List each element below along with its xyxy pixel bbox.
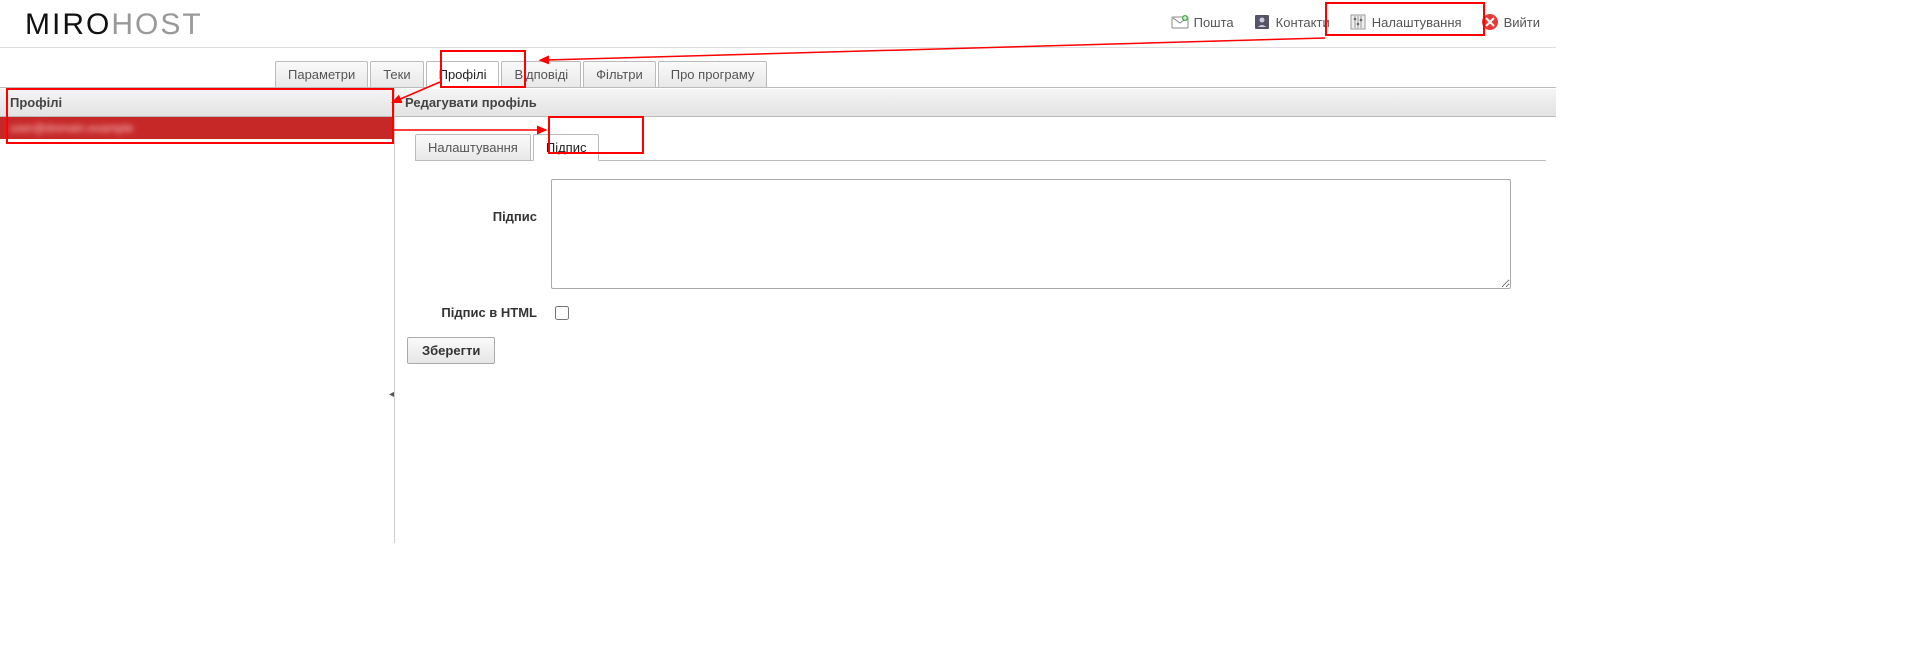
tab-params[interactable]: Параметри	[275, 61, 368, 88]
nav-settings[interactable]: Налаштування	[1342, 10, 1468, 34]
inner-tab-row: Налаштування Підпис	[415, 125, 1546, 161]
profile-item-label: user@domain.example	[10, 121, 134, 135]
nav-mail-label: Пошта	[1194, 15, 1234, 30]
nav-logout-label: Вийти	[1504, 15, 1540, 30]
row-html-signature: Підпис в HTML	[401, 303, 1546, 323]
row-save: Зберегти	[401, 337, 1546, 364]
inner-tab-settings[interactable]: Налаштування	[415, 134, 531, 161]
main-tabs: Параметри Теки Профілі Відповіді Фільтри…	[275, 61, 769, 88]
profile-list: user@domain.example	[0, 117, 394, 139]
logo-part2: HOST	[111, 8, 202, 41]
logo: MIROHOST	[25, 8, 203, 42]
save-button[interactable]: Зберегти	[407, 337, 495, 364]
tab-about[interactable]: Про програму	[658, 61, 768, 88]
profile-item[interactable]: user@domain.example	[0, 117, 394, 139]
top-nav: Пошта Контакти Налаштування Вийти	[1164, 10, 1546, 34]
sidebar-heading: Профілі	[0, 89, 394, 117]
contacts-icon	[1252, 12, 1272, 32]
signature-textarea[interactable]	[551, 179, 1511, 289]
main-tab-row: Параметри Теки Профілі Відповіді Фільтри…	[0, 48, 1556, 88]
nav-mail[interactable]: Пошта	[1164, 10, 1240, 34]
sidebar: Профілі user@domain.example	[0, 89, 395, 543]
nav-contacts[interactable]: Контакти	[1246, 10, 1336, 34]
logo-part1: MIRO	[25, 8, 111, 41]
inner-tabs: Налаштування Підпис	[415, 134, 601, 161]
html-signature-label: Підпис в HTML	[401, 303, 551, 320]
tab-folders[interactable]: Теки	[370, 61, 423, 88]
nav-settings-label: Налаштування	[1372, 15, 1462, 30]
signature-form: Підпис Підпис в HTML Зберегти	[395, 161, 1556, 364]
tab-profiles[interactable]: Профілі	[426, 61, 500, 88]
nav-contacts-label: Контакти	[1276, 15, 1330, 30]
tab-replies[interactable]: Відповіді	[501, 61, 581, 88]
app-header: MIROHOST Пошта Контакти Налаштування Вий…	[0, 0, 1556, 48]
nav-logout[interactable]: Вийти	[1474, 10, 1546, 34]
settings-icon	[1348, 12, 1368, 32]
signature-label: Підпис	[401, 179, 551, 224]
main-panel: Редагувати профіль Налаштування Підпис П…	[395, 89, 1556, 543]
logout-icon	[1480, 12, 1500, 32]
splitter-handle-icon[interactable]: ◂	[389, 389, 394, 400]
main-heading: Редагувати профіль	[395, 89, 1556, 117]
inner-tab-signature[interactable]: Підпис	[533, 134, 600, 161]
content-area: Профілі user@domain.example Редагувати п…	[0, 88, 1556, 543]
tab-filters[interactable]: Фільтри	[583, 61, 656, 88]
html-signature-checkbox[interactable]	[555, 306, 569, 320]
row-signature: Підпис	[401, 179, 1546, 289]
mail-icon	[1170, 12, 1190, 32]
